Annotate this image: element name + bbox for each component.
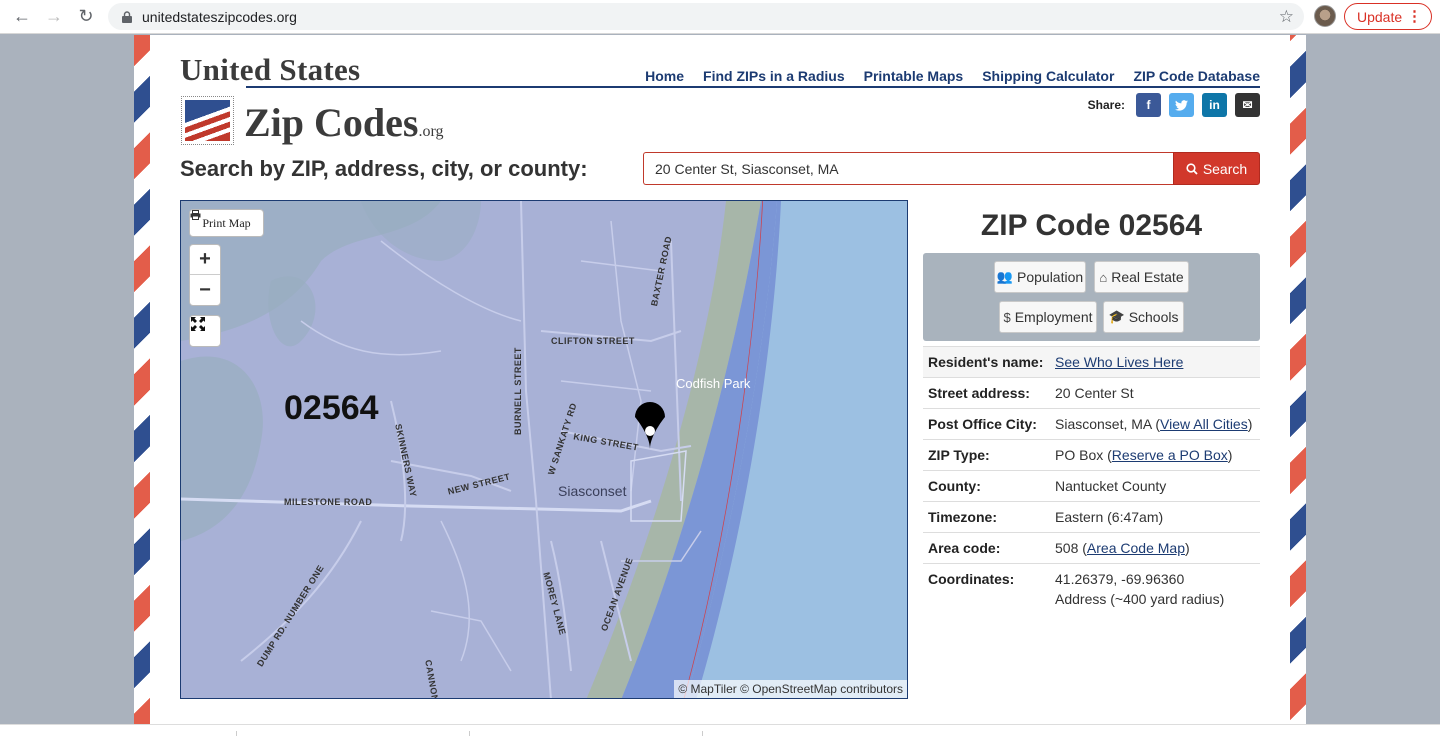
print-map-label: Print Map xyxy=(202,215,251,230)
search-button-label: Search xyxy=(1202,160,1248,177)
coordinates-value: 41.26379, -69.96360 xyxy=(1055,571,1185,587)
population-button[interactable]: 👥 Population xyxy=(994,261,1086,293)
row-key: Area code: xyxy=(928,540,1001,556)
nav-home[interactable]: Home xyxy=(645,68,684,84)
area-code-map-link[interactable]: Area Code Map xyxy=(1087,540,1185,556)
street-label: MILESTONE ROAD xyxy=(284,497,373,507)
place-label: Codfish Park xyxy=(676,376,751,391)
table-row: Post Office City: Siasconset, MA (View A… xyxy=(923,408,1260,439)
flag-stamp-icon xyxy=(181,96,234,145)
row-key: Coordinates: xyxy=(928,571,1015,587)
url-text: unitedstateszipcodes.org xyxy=(142,8,297,25)
nav-find-zips-radius[interactable]: Find ZIPs in a Radius xyxy=(703,68,845,84)
zip-overlay-label: 02564 xyxy=(284,389,379,427)
lock-icon xyxy=(122,10,132,23)
bookmark-star-icon[interactable]: ☆ xyxy=(1279,7,1294,27)
logo-line-2: Zip Codes.org xyxy=(244,100,444,145)
row-key: ZIP Type: xyxy=(928,447,990,463)
expand-icon xyxy=(191,317,205,331)
nav-shipping-calculator[interactable]: Shipping Calculator xyxy=(982,68,1114,84)
row-key: County: xyxy=(928,478,981,494)
row-value: Eastern (6:47am) xyxy=(1055,509,1164,525)
zoom-in-button[interactable]: + xyxy=(190,245,220,275)
address-bar[interactable]: unitedstateszipcodes.org ☆ xyxy=(108,3,1304,30)
zip-map[interactable]: CLIFTON STREET BAXTER ROAD Codfish Park … xyxy=(180,200,908,699)
reserve-po-box-link[interactable]: Reserve a PO Box xyxy=(1112,447,1228,463)
nav-divider xyxy=(246,86,1260,88)
twitter-icon[interactable] xyxy=(1169,93,1194,117)
coordinates-precision: Address (~400 yard radius) xyxy=(1055,591,1225,607)
page-content: United States Zip Codes.org Home Find ZI… xyxy=(150,35,1290,724)
table-row: Coordinates: 41.26379, -69.96360 Address… xyxy=(923,563,1260,609)
share-label: Share: xyxy=(1087,98,1125,112)
row-value: Nantucket County xyxy=(1055,478,1167,494)
row-key: Timezone: xyxy=(928,509,997,525)
see-who-lives-here-link[interactable]: See Who Lives Here xyxy=(1055,354,1183,370)
table-row: County: Nantucket County xyxy=(923,470,1260,501)
row-key: Post Office City: xyxy=(928,416,1037,432)
employment-button[interactable]: $ Employment xyxy=(999,301,1097,333)
users-icon: 👥 xyxy=(996,269,1013,284)
email-icon[interactable]: ✉ xyxy=(1235,93,1260,117)
home-icon: ⌂ xyxy=(1099,269,1108,285)
menu-dots-icon: ⋮ xyxy=(1407,8,1422,25)
zip-info-table: Resident's name: See Who Lives Here Stre… xyxy=(923,346,1260,609)
logo-line-1: United States xyxy=(180,52,361,87)
place-label: Siasconset xyxy=(558,483,627,499)
table-row: Timezone: Eastern (6:47am) xyxy=(923,501,1260,532)
table-row: Street address: 20 Center St xyxy=(923,377,1260,408)
zoom-control: + − xyxy=(189,244,221,306)
share-bar: Share: f in ✉ xyxy=(1088,93,1260,117)
row-value: 20 Center St xyxy=(1055,385,1134,401)
row-key: Resident's name: xyxy=(928,354,1044,370)
street-label: CLIFTON STREET xyxy=(551,336,635,346)
graduation-cap-icon: 🎓 xyxy=(1108,309,1125,324)
search-button[interactable]: Search xyxy=(1173,152,1260,185)
search-input[interactable] xyxy=(643,152,1174,185)
main-nav: Home Find ZIPs in a Radius Printable Map… xyxy=(645,68,1260,84)
category-buttons: 👥 Population ⌂ Real Estate $ Employment 🎓 Sc… xyxy=(923,253,1260,341)
printer-icon xyxy=(190,210,201,220)
linkedin-icon[interactable]: in xyxy=(1202,93,1227,117)
fullscreen-button[interactable] xyxy=(189,315,221,347)
back-icon[interactable]: ← xyxy=(6,1,38,33)
table-row: Area code: 508 (Area Code Map) xyxy=(923,532,1260,563)
print-map-button[interactable]: Print Map xyxy=(189,209,264,237)
search-heading: Search by ZIP, address, city, or county: xyxy=(180,156,588,181)
facebook-icon[interactable]: f xyxy=(1136,93,1161,117)
real-estate-button[interactable]: ⌂ Real Estate xyxy=(1094,261,1189,293)
zip-code-title: ZIP Code 02564 xyxy=(980,209,1203,242)
row-value: 41.26379, -69.96360 Address (~400 yard r… xyxy=(1055,569,1224,609)
browser-toolbar: ← → ↻ unitedstateszipcodes.org ☆ Update … xyxy=(0,0,1440,34)
update-button[interactable]: Update ⋮ xyxy=(1344,3,1432,30)
airmail-border: United States Zip Codes.org Home Find ZI… xyxy=(134,35,1306,724)
dollar-icon: $ xyxy=(1003,309,1011,325)
profile-avatar[interactable] xyxy=(1314,5,1336,27)
forward-icon[interactable]: → xyxy=(38,1,70,33)
street-label: BURNELL STREET xyxy=(513,347,523,435)
schools-button[interactable]: 🎓 Schools xyxy=(1103,301,1184,333)
reload-icon[interactable]: ↻ xyxy=(70,1,102,33)
map-attribution[interactable]: © MapTiler © OpenStreetMap contributors xyxy=(674,680,907,698)
table-row: Resident's name: See Who Lives Here xyxy=(923,346,1260,377)
table-row: ZIP Type: PO Box (Reserve a PO Box) xyxy=(923,439,1260,470)
view-all-cities-link[interactable]: View All Cities xyxy=(1160,416,1248,432)
nav-printable-maps[interactable]: Printable Maps xyxy=(864,68,964,84)
zoom-out-button[interactable]: − xyxy=(190,275,220,305)
search-icon xyxy=(1186,162,1198,175)
nav-zip-code-database[interactable]: ZIP Code Database xyxy=(1133,68,1260,84)
site-logo[interactable]: United States Zip Codes.org xyxy=(180,52,444,145)
footer-strip xyxy=(0,724,1440,736)
row-key: Street address: xyxy=(928,385,1030,401)
update-label: Update xyxy=(1357,8,1403,25)
